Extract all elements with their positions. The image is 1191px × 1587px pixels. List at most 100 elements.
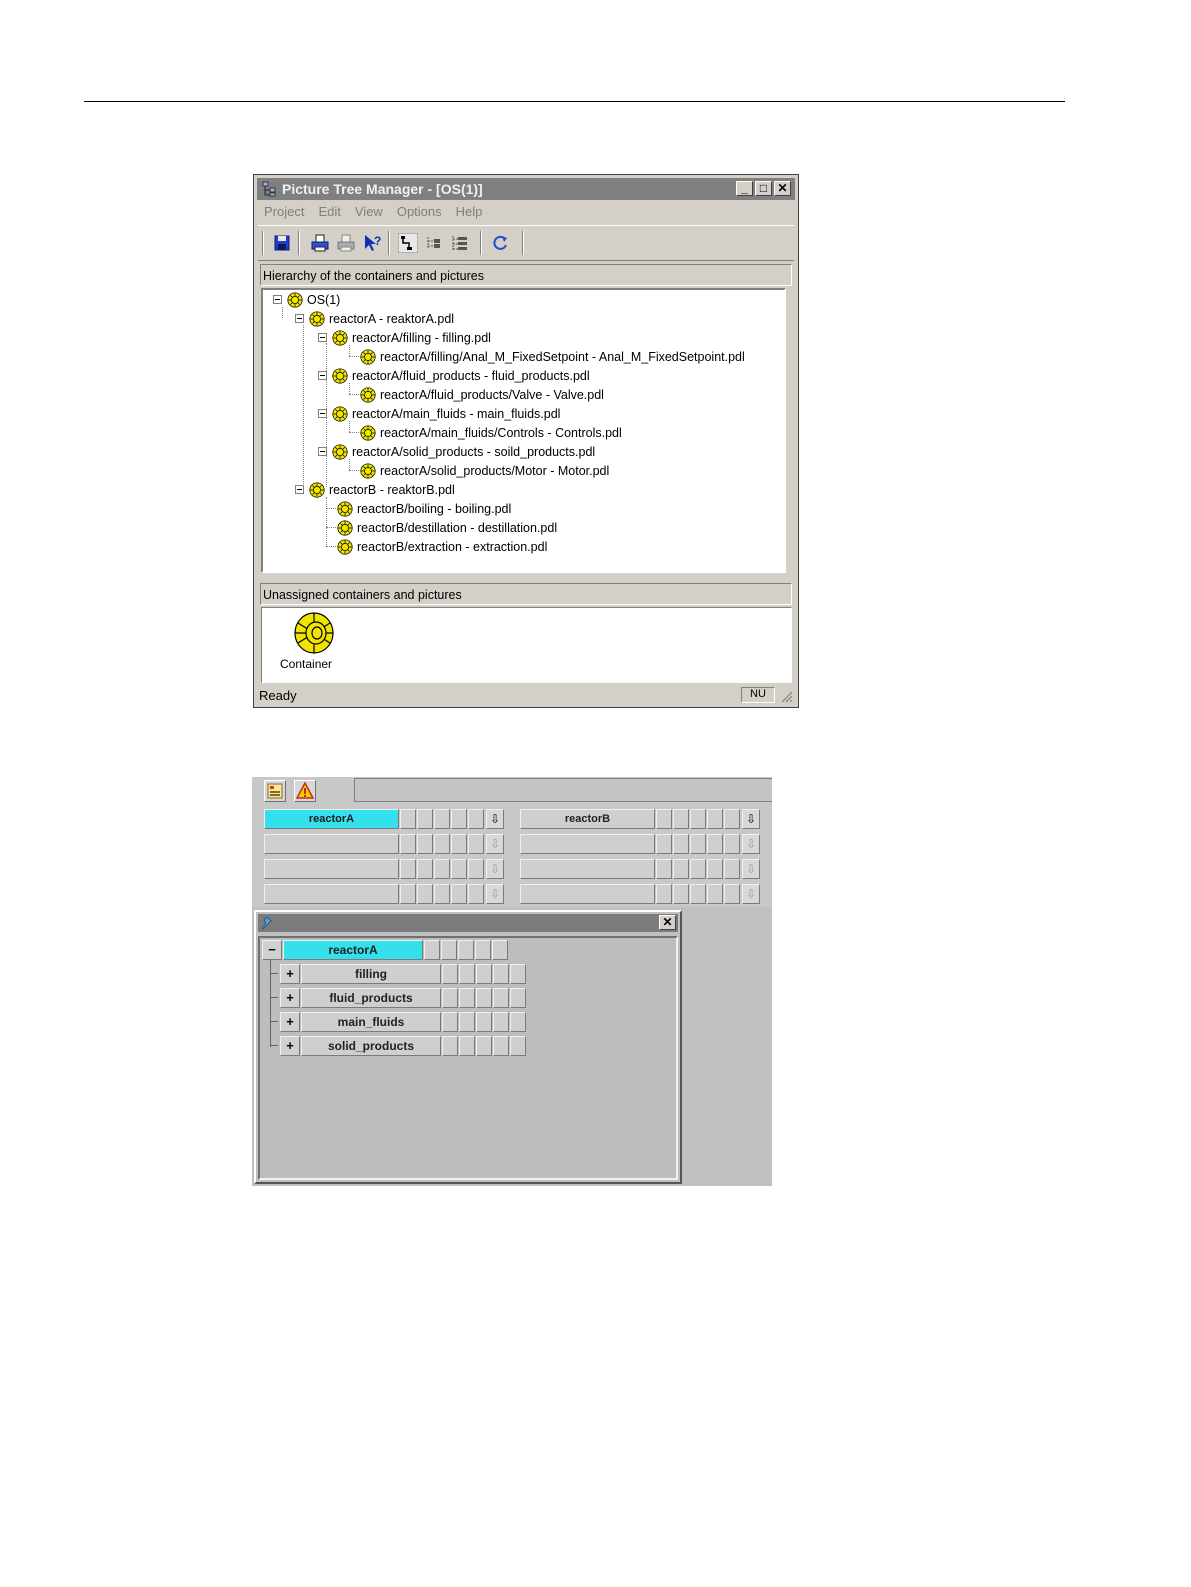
toolbar-separator xyxy=(480,231,482,255)
container-icon xyxy=(360,348,376,365)
hierarchy-tree[interactable]: OS(1) reactorA - reaktorA.pdl reactorA/f… xyxy=(261,288,786,573)
picture-tree-button[interactable] xyxy=(264,780,286,802)
area-button[interactable] xyxy=(264,884,399,904)
expand-button[interactable]: + xyxy=(280,1036,300,1056)
nav-node-filling[interactable]: filling xyxy=(301,964,441,984)
down-arrow-icon[interactable]: ⇩ xyxy=(486,884,504,904)
container-icon xyxy=(332,329,348,346)
save-icon[interactable] xyxy=(272,233,292,253)
tree-node-label: reactorA/fluid_products/Valve - Valve.pd… xyxy=(380,387,604,402)
minimize-button[interactable]: _ xyxy=(736,181,753,196)
tree-node-label: reactorA/solid_products - soild_products… xyxy=(352,444,596,459)
tree-node[interactable]: reactorA/fluid_products - fluid_products… xyxy=(318,366,590,385)
status-field xyxy=(707,809,723,829)
status-field xyxy=(417,809,433,829)
tree-view-3-icon[interactable] xyxy=(450,233,470,253)
tree-node[interactable]: reactorA/filling - filling.pdl xyxy=(318,328,491,347)
context-help-icon[interactable]: ? xyxy=(362,233,382,253)
nav-node-solid-products[interactable]: solid_products xyxy=(301,1036,441,1056)
alarm-button[interactable] xyxy=(294,780,316,802)
tree-node[interactable]: reactorA/main_fluids - main_fluids.pdl xyxy=(318,404,560,423)
area-button[interactable] xyxy=(264,859,399,879)
nav-node-reactor-a[interactable]: reactorA xyxy=(283,940,423,960)
tree-node[interactable]: reactorB/boiling - boiling.pdl xyxy=(336,499,511,518)
down-arrow-icon[interactable]: ⇩ xyxy=(742,834,760,854)
collapse-button[interactable]: − xyxy=(262,940,282,960)
area-button[interactable] xyxy=(264,834,399,854)
tree-node[interactable]: reactorA - reaktorA.pdl xyxy=(295,309,454,328)
nav-node-main-fluids[interactable]: main_fluids xyxy=(301,1012,441,1032)
area-button[interactable] xyxy=(520,834,655,854)
collapse-toggle[interactable] xyxy=(318,333,327,342)
refresh-icon[interactable] xyxy=(490,233,510,253)
tree-node-label: reactorA/main_fluids/Controls - Controls… xyxy=(380,425,622,440)
status-field xyxy=(724,809,740,829)
area-button-reactor-b[interactable]: reactorB xyxy=(520,809,655,829)
down-arrow-icon[interactable]: ⇩ xyxy=(742,809,760,829)
tree-node-label: reactorA/filling/Anal_M_FixedSetpoint - … xyxy=(380,349,745,364)
menu-project[interactable]: Project xyxy=(258,202,312,222)
pin-icon[interactable] xyxy=(261,916,273,930)
tree-node[interactable]: reactorA/solid_products/Motor - Motor.pd… xyxy=(359,461,609,480)
menu-edit[interactable]: Edit xyxy=(312,202,348,222)
close-button[interactable]: ✕ xyxy=(774,181,791,196)
maximize-button[interactable]: □ xyxy=(755,181,772,196)
down-arrow-icon[interactable]: ⇩ xyxy=(742,859,760,879)
collapse-toggle[interactable] xyxy=(273,295,282,304)
collapse-toggle[interactable] xyxy=(318,371,327,380)
status-bar: Ready NU xyxy=(257,686,795,704)
picture-tree-navigator-window: ✕ − reactorA + filling + fluid_products … xyxy=(254,910,682,1184)
unassigned-area[interactable]: Container xyxy=(261,607,792,683)
menu-bar: Project Edit View Options Help xyxy=(258,202,794,222)
tree-node[interactable]: reactorA/main_fluids/Controls - Controls… xyxy=(359,423,622,442)
container-icon xyxy=(360,462,376,479)
down-arrow-icon[interactable]: ⇩ xyxy=(742,884,760,904)
expand-button[interactable]: + xyxy=(280,964,300,984)
tree-node-label: reactorA/filling - filling.pdl xyxy=(352,330,491,345)
container-icon[interactable] xyxy=(292,611,336,655)
status-field xyxy=(690,809,706,829)
menu-help[interactable]: Help xyxy=(450,202,491,222)
navigator-close-button[interactable]: ✕ xyxy=(659,915,676,930)
collapse-toggle[interactable] xyxy=(318,409,327,418)
print-icon[interactable] xyxy=(310,233,330,253)
down-arrow-icon[interactable]: ⇩ xyxy=(486,834,504,854)
collapse-toggle[interactable] xyxy=(318,447,327,456)
area-button-reactor-a[interactable]: reactorA xyxy=(264,809,399,829)
tree-node[interactable]: reactorA/fluid_products/Valve - Valve.pd… xyxy=(359,385,604,404)
tree-node-label: reactorA/solid_products/Motor - Motor.pd… xyxy=(380,463,610,478)
toolbar-separator xyxy=(522,231,524,255)
tree-node[interactable]: reactorB - reaktorB.pdl xyxy=(295,480,455,499)
collapse-toggle[interactable] xyxy=(295,314,304,323)
menu-view[interactable]: View xyxy=(349,202,391,222)
tree-node[interactable]: OS(1) xyxy=(273,290,340,309)
tree-node[interactable]: reactorA/filling/Anal_M_FixedSetpoint - … xyxy=(359,347,745,366)
tree-view-1-icon[interactable] xyxy=(398,233,418,253)
print-setup-icon[interactable] xyxy=(336,233,356,253)
tree-node[interactable]: reactorB/extraction - extraction.pdl xyxy=(336,537,547,556)
resize-grip-icon[interactable] xyxy=(779,689,793,703)
toolbar-separator xyxy=(262,231,264,255)
area-button[interactable] xyxy=(520,859,655,879)
down-arrow-icon[interactable]: ⇩ xyxy=(486,859,504,879)
page-rule xyxy=(84,101,1065,102)
area-button[interactable] xyxy=(520,884,655,904)
expand-button[interactable]: + xyxy=(280,988,300,1008)
tree-view-2-icon[interactable] xyxy=(424,233,444,253)
menu-options[interactable]: Options xyxy=(391,202,450,222)
alarm-warning-icon xyxy=(295,781,315,799)
tree-node[interactable]: reactorB/destillation - destillation.pdl xyxy=(336,518,557,537)
expand-button[interactable]: + xyxy=(280,1012,300,1032)
toolbar-separator xyxy=(298,231,300,255)
title-bar[interactable]: Picture Tree Manager - [OS(1)] _ □ ✕ xyxy=(257,178,795,200)
navigator-title-bar[interactable]: ✕ xyxy=(258,914,678,932)
container-icon xyxy=(337,500,353,517)
tree-node[interactable]: reactorA/solid_products - soild_products… xyxy=(318,442,595,461)
nav-tree-child: + filling xyxy=(280,964,540,984)
down-arrow-icon[interactable]: ⇩ xyxy=(486,809,504,829)
tree-node-label: reactorA/fluid_products - fluid_products… xyxy=(352,368,590,383)
collapse-toggle[interactable] xyxy=(295,485,304,494)
nav-node-fluid-products[interactable]: fluid_products xyxy=(301,988,441,1008)
container-icon xyxy=(309,481,325,498)
nav-tree-child: + fluid_products xyxy=(280,988,540,1008)
